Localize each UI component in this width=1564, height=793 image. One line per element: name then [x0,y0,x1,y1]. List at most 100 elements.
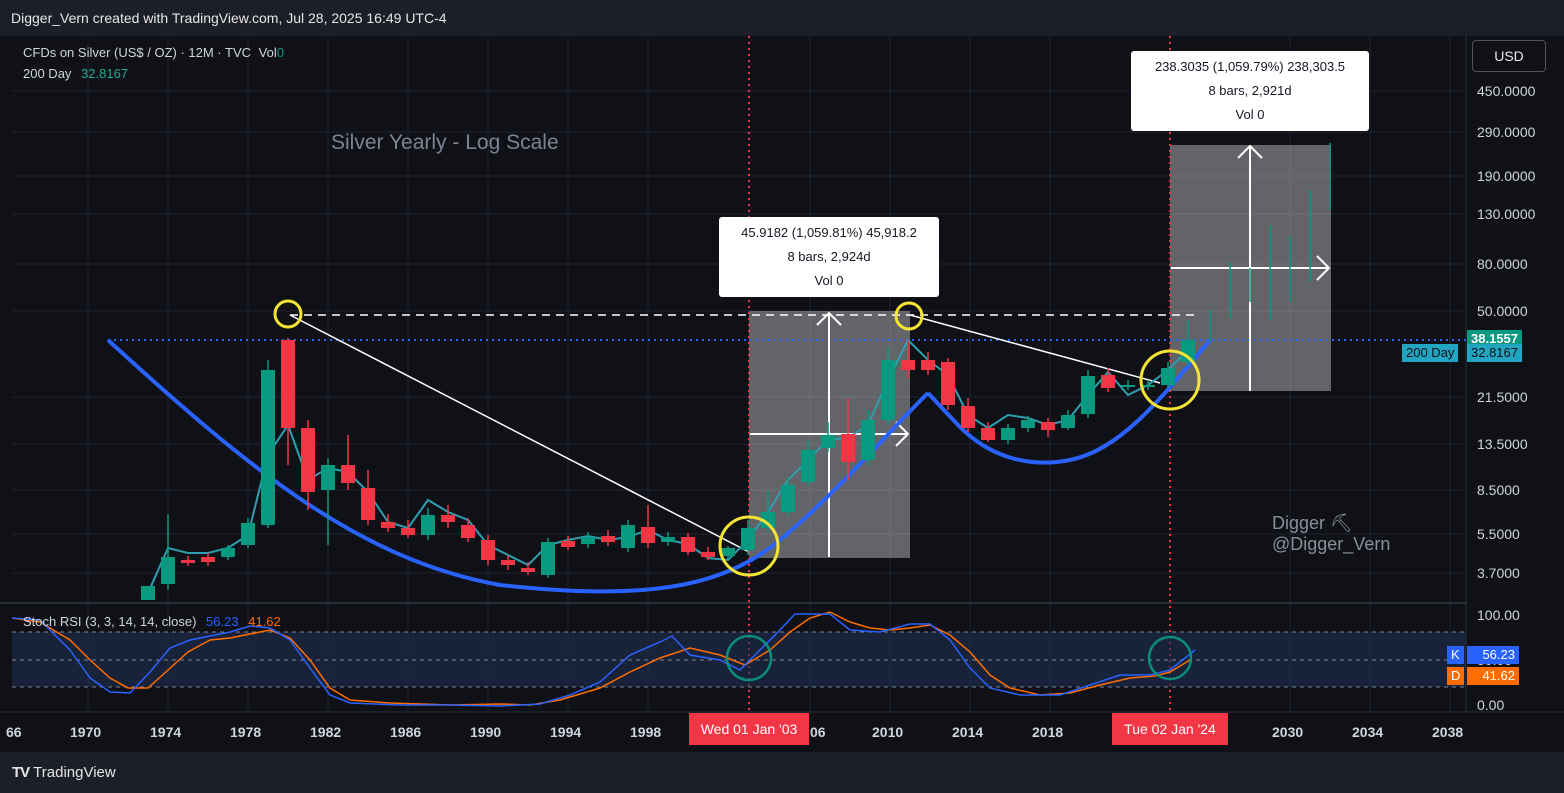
measure-1-line-1: 45.9182 (1,059.81%) 45,918.2 [741,225,917,240]
stoch-legend[interactable]: Stoch RSI (3, 3, 14, 14, close) 56.23 41… [23,614,281,629]
candle-body [401,528,415,535]
price-tick: 50.0000 [1477,303,1528,319]
symbol-name: CFDs on Silver (US$ / OZ) · 12M · TVC [23,45,252,60]
candle-body [341,465,355,483]
currency-button[interactable]: USD [1472,40,1546,72]
candle-body [361,488,375,520]
time-tick: 66 [6,724,22,740]
time-tick: 1994 [550,724,581,740]
candle-body [161,557,175,584]
time-tick: 06 [810,724,826,740]
time-tick: 1970 [70,724,101,740]
candle-body [801,450,815,482]
time-tick: 1986 [390,724,421,740]
candle-body [281,340,295,428]
date-highlight-2003: Wed 01 Jan '03 [689,713,809,745]
time-tick: 2030 [1272,724,1303,740]
candle-body [841,434,855,462]
candle-body [601,536,615,542]
candle-body [441,515,455,522]
price-tick: 8.5000 [1477,482,1520,498]
stoch-d-tag: 41.62 [1467,667,1519,685]
measure-1-line-2: 8 bars, 2,924d [787,249,871,264]
price-tick: 290.0000 [1477,124,1536,140]
bottom-bar: TV TradingView [0,752,1564,793]
candle-body [821,435,835,448]
circle-1980-top[interactable] [273,299,303,329]
price-tick: 5.5000 [1477,526,1520,542]
candle-body [141,586,155,600]
candle-body [701,552,715,557]
candle-body [621,525,635,548]
author-watermark: Digger ⛏ @Digger_Vern [1272,513,1390,555]
candle-body [1161,368,1175,385]
ma-tag-label: 200 Day [1402,344,1459,362]
measure-2-line-3: Vol 0 [1235,107,1265,122]
candle-body [501,560,515,565]
time-tick: 1978 [230,724,261,740]
price-tick: 3.7000 [1477,565,1520,581]
candle-body [721,548,735,556]
ma-legend[interactable]: 200 Day 32.8167 [23,66,128,81]
candle-body [381,522,395,528]
candle-body [241,523,255,545]
candle-body [181,560,195,563]
time-tick: 2018 [1032,724,1063,740]
candles [141,143,1331,600]
price-tick: 190.0000 [1477,168,1536,184]
candle-body [321,465,335,490]
candle-body [901,360,915,370]
candle-body [1001,428,1015,440]
stoch-tick: 100.00 [1477,607,1520,623]
vol-value: 0 [276,45,284,60]
price-tick: 13.5000 [1477,436,1528,452]
candle-body [561,541,575,547]
trend-line-1980-2003[interactable] [289,314,750,553]
measure-2-line-2: 8 bars, 2,921d [1208,83,1292,98]
tradingview-logo-icon: TV [12,764,30,781]
time-tick: 1998 [630,724,661,740]
time-tick: 2038 [1432,724,1463,740]
stoch-d-tag-label: D [1447,667,1465,685]
stoch-k-tag: 56.23 [1467,646,1519,664]
candle-body [981,428,995,440]
vol-label: Vol [258,45,277,60]
candle-body [221,548,235,557]
symbol-legend[interactable]: CFDs on Silver (US$ / OZ) · 12M · TVC Vo… [23,45,284,60]
candle-body [541,542,555,575]
measure-1-line-3: Vol 0 [814,273,844,288]
candle-body [1041,422,1055,430]
candle-body [261,370,275,525]
candle-body [641,527,655,543]
stoch-d-legend: 41.62 [248,614,281,629]
brand-name: TradingView [33,764,116,781]
candle-body [521,568,535,572]
price-tick: 80.0000 [1477,256,1528,272]
tradingview-logo[interactable]: TV TradingView [12,764,116,781]
ma-legend-value: 32.8167 [81,66,129,81]
candle-body [461,525,475,538]
chart-canvas[interactable]: 450.0000 290.0000 190.0000 130.0000 80.0… [0,36,1564,752]
candle-body [921,360,935,370]
candle-body [201,557,215,562]
time-tick: 1990 [470,724,501,740]
candle-body [961,406,975,428]
measure-2-line-1: 238.3035 (1,059.79%) 238,303.5 [1154,59,1346,74]
ma-legend-label: 200 Day [23,66,72,81]
date-highlight-2024: Tue 02 Jan '24 [1112,713,1228,745]
price-tick: 450.0000 [1477,83,1536,99]
candle-body [1101,375,1115,388]
candle-body [1121,385,1135,387]
time-tick: 2010 [872,724,903,740]
candle-body [741,528,755,550]
stoch-tick: 0.00 [1477,697,1504,713]
candle-body [1061,415,1075,428]
price-tick: 21.5000 [1477,389,1528,405]
time-tick: 1982 [310,724,341,740]
candle-body [861,420,875,460]
time-tick: 2034 [1352,724,1383,740]
stoch-label: Stoch RSI (3, 3, 14, 14, close) [23,614,197,629]
watermark-line-2: @Digger_Vern [1272,534,1391,554]
ma-tag-value: 32.8167 [1467,344,1522,362]
chart-text-annotation[interactable]: Silver Yearly - Log Scale [331,131,559,155]
